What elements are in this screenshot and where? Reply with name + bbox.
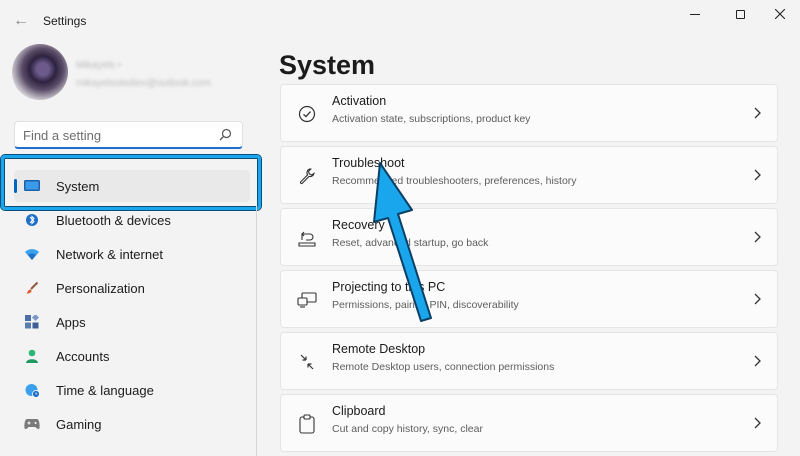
page-title: System	[279, 50, 376, 80]
card-remote-desktop[interactable]: Remote Desktop Remote Desktop users, con…	[280, 332, 778, 390]
check-circle-icon	[297, 104, 317, 124]
card-subtitle: Activation state, subscriptions, product…	[332, 113, 531, 125]
card-subtitle: Cut and copy history, sync, clear	[332, 423, 483, 435]
chevron-right-icon	[754, 355, 761, 367]
sidebar-item-network[interactable]: Network & internet	[14, 238, 250, 270]
card-title: Activation	[332, 94, 387, 108]
wrench-icon	[297, 166, 317, 186]
back-arrow-icon[interactable]: ←	[12, 12, 30, 30]
chevron-right-icon	[754, 231, 761, 243]
user-name: Mikayels •	[76, 60, 122, 71]
close-button[interactable]	[766, 6, 794, 22]
title-bar: ← Settings	[0, 0, 800, 42]
close-icon	[775, 9, 785, 19]
card-title: Clipboard	[332, 404, 386, 418]
sidebar-item-apps[interactable]: Apps	[14, 306, 250, 338]
search-input[interactable]	[23, 126, 213, 144]
network-icon	[24, 246, 40, 262]
card-activation[interactable]: Activation Activation state, subscriptio…	[280, 84, 778, 142]
clipboard-icon	[297, 414, 317, 434]
search-box[interactable]	[14, 121, 243, 149]
sidebar-item-accounts[interactable]: Accounts	[14, 340, 250, 372]
maximize-button[interactable]	[726, 6, 754, 22]
minimize-icon	[690, 13, 700, 15]
card-subtitle: Permissions, pairing PIN, discoverabilit…	[332, 299, 519, 311]
card-subtitle: Recommended troubleshooters, preferences…	[332, 175, 577, 187]
chevron-right-icon	[754, 293, 761, 305]
user-email: mikayelsoboliev@outlook.com	[76, 78, 211, 89]
sidebar-item-label: Personalization	[56, 280, 145, 296]
projector-icon	[297, 290, 317, 310]
sidebar-item-label: Time & language	[56, 382, 154, 398]
card-title: Projecting to this PC	[332, 280, 446, 294]
chevron-right-icon	[754, 107, 761, 119]
minimize-button[interactable]	[681, 6, 709, 22]
sidebar-item-time-language[interactable]: Time & language	[14, 374, 250, 406]
sidebar-item-personalization[interactable]: Personalization	[14, 272, 250, 304]
globe-clock-icon	[24, 382, 40, 398]
chevron-right-icon	[754, 169, 761, 181]
card-projecting[interactable]: Projecting to this PC Permissions, pairi…	[280, 270, 778, 328]
apps-icon	[24, 314, 40, 330]
sidebar-item-label: Gaming	[56, 416, 102, 432]
sidebar-item-gaming[interactable]: Gaming	[14, 408, 250, 440]
pane-divider	[256, 206, 257, 456]
sidebar-item-label: Apps	[56, 314, 86, 330]
card-subtitle: Remote Desktop users, connection permiss…	[332, 361, 555, 373]
remote-desktop-icon	[297, 352, 317, 372]
card-troubleshoot[interactable]: Troubleshoot Recommended troubleshooters…	[280, 146, 778, 204]
maximize-icon	[735, 9, 745, 19]
bluetooth-icon	[24, 212, 40, 228]
sidebar-item-label: Network & internet	[56, 246, 163, 262]
chevron-right-icon	[754, 417, 761, 429]
brush-icon	[24, 280, 40, 296]
card-subtitle: Reset, advanced startup, go back	[332, 237, 489, 249]
card-recovery[interactable]: Recovery Reset, advanced startup, go bac…	[280, 208, 778, 266]
card-title: Remote Desktop	[332, 342, 426, 356]
card-title: Recovery	[332, 218, 385, 232]
recovery-icon	[297, 228, 317, 248]
avatar	[12, 44, 68, 100]
gamepad-icon	[24, 416, 40, 432]
sidebar-item-label: Accounts	[56, 348, 110, 364]
card-title: Troubleshoot	[332, 156, 405, 170]
app-title: Settings	[43, 14, 87, 28]
sidebar-item-label: Bluetooth & devices	[56, 212, 171, 228]
card-clipboard[interactable]: Clipboard Cut and copy history, sync, cl…	[280, 394, 778, 452]
person-icon	[24, 348, 40, 364]
search-icon[interactable]	[219, 128, 232, 146]
highlight-box	[1, 155, 261, 210]
